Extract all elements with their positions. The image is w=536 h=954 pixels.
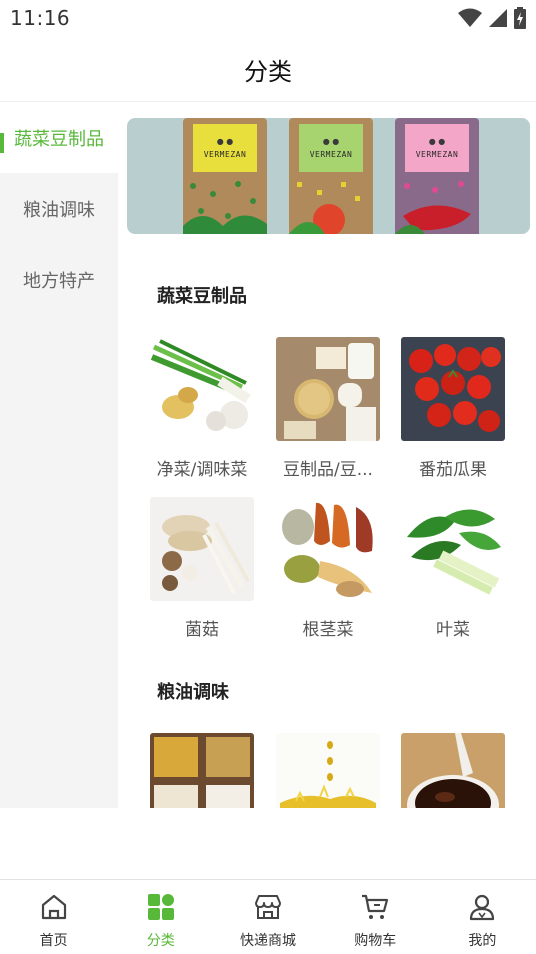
grains-image	[150, 733, 254, 808]
home-icon	[39, 892, 69, 922]
green-onion-ginger-garlic-image	[150, 337, 254, 441]
section-title: 粮油调味	[157, 682, 229, 703]
category-item-label: 菌菇	[185, 620, 219, 640]
battery-icon	[514, 7, 526, 29]
sidebar-item-label: 粮油调味	[23, 199, 95, 221]
tab-label: 首页	[39, 933, 68, 949]
signal-icon	[489, 9, 507, 27]
category-item-label: 叶菜	[436, 620, 470, 640]
tab-label: 我的	[468, 933, 497, 949]
tab-home[interactable]: 首页	[0, 880, 107, 954]
product-bag-image: ● ● VERMEZAN	[289, 118, 373, 234]
bag-brand-text: VERMEZAN	[415, 150, 459, 159]
product-bag-image: ● ● VERMEZAN	[395, 118, 479, 234]
mushrooms-image	[150, 497, 254, 601]
category-item[interactable]: 根茎菜	[276, 497, 380, 640]
category-item[interactable]: 豆制品/豆...	[276, 337, 380, 480]
title-bar: 分类	[0, 36, 536, 102]
tab-label: 购物车	[354, 933, 397, 949]
category-item-label: 根茎菜	[302, 620, 354, 640]
tab-category[interactable]: 分类	[107, 880, 214, 954]
cooking-oil-image	[276, 733, 380, 808]
bag-brand-text: VERMEZAN	[203, 150, 247, 159]
sidebar-item-label: 地方特产	[23, 270, 95, 292]
category-content: ● ● VERMEZAN ● ● VERMEZAN ● ● VERMEZAN 蔬…	[118, 102, 536, 808]
bottom-tab-bar: 首页 分类 快递商城 购物车 我的	[0, 879, 536, 954]
status-time: 11:16	[10, 6, 71, 30]
status-icons	[458, 7, 526, 29]
category-item-label: 净菜/调味菜	[156, 460, 248, 480]
store-icon	[253, 892, 283, 922]
category-item-label: 番茄瓜果	[419, 460, 487, 480]
active-indicator	[0, 133, 4, 153]
status-bar: 11:16	[0, 0, 536, 36]
sidebar-item-label: 蔬菜豆制品	[14, 128, 104, 150]
page-title: 分类	[244, 58, 292, 86]
category-item-label: 豆制品/豆...	[283, 460, 373, 480]
product-bag-image: ● ● VERMEZAN	[183, 118, 267, 234]
cart-icon	[360, 892, 390, 922]
tofu-soy-products-image	[276, 337, 380, 441]
category-item[interactable]	[150, 733, 254, 808]
sidebar-item-grain-oil-seasoning[interactable]: 粮油调味	[0, 173, 118, 244]
tab-express-mall[interactable]: 快递商城	[214, 880, 321, 954]
sidebar-item-vegetables-tofu[interactable]: 蔬菜豆制品	[0, 102, 118, 173]
leafy-greens-image	[401, 497, 505, 601]
tab-label: 快递商城	[240, 933, 296, 949]
category-item[interactable]: 番茄瓜果	[401, 337, 505, 480]
bag-brand-text: VERMEZAN	[309, 150, 353, 159]
soy-sauce-image	[401, 733, 505, 808]
tomatoes-image	[401, 337, 505, 441]
tab-cart[interactable]: 购物车	[322, 880, 429, 954]
category-item[interactable]: 菌菇	[150, 497, 254, 640]
category-item[interactable]	[276, 733, 380, 808]
sidebar-item-local-specialties[interactable]: 地方特产	[0, 244, 118, 315]
category-item[interactable]: 净菜/调味菜	[150, 337, 254, 480]
wifi-icon	[458, 8, 482, 27]
root-vegetables-image	[276, 497, 380, 601]
tab-label: 分类	[146, 933, 175, 949]
user-icon	[467, 892, 497, 922]
tab-profile[interactable]: 我的	[429, 880, 536, 954]
category-sidebar: 蔬菜豆制品 粮油调味 地方特产	[0, 102, 118, 808]
category-item[interactable]	[401, 733, 505, 808]
section-title: 蔬菜豆制品	[157, 286, 247, 307]
category-item[interactable]: 叶菜	[401, 497, 505, 640]
promo-banner[interactable]: ● ● VERMEZAN ● ● VERMEZAN ● ● VERMEZAN	[127, 118, 530, 234]
category-grid-icon	[146, 892, 176, 922]
